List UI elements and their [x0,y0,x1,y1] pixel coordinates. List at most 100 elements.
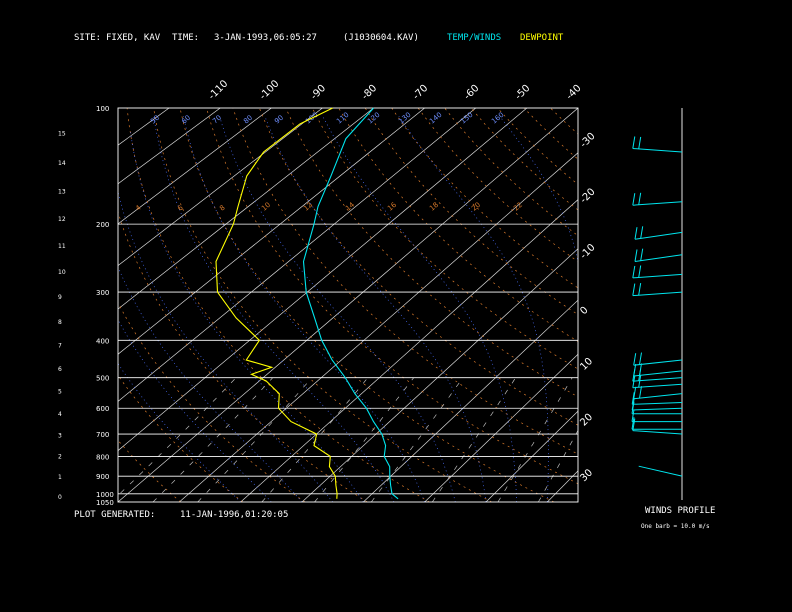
wind-barb-shaft [632,148,683,153]
dry-adiabat [0,108,56,502]
pressure-tick-label: 400 [96,337,109,345]
height-tick-label: 15 [58,130,66,137]
dry-adiabat [576,108,578,110]
wind-barb-feather [638,192,642,205]
right-axis-label: -30 [578,131,597,150]
theta-label: 90 [273,114,285,126]
moist-adiabat [264,116,487,502]
temperature-tick-label: -50 [513,83,532,102]
isotherm-line [240,199,578,502]
wind-barb-feather [632,265,636,278]
theta-label: 60 [180,114,192,126]
wind-barb-shaft [634,231,683,240]
mixing-ratio-label: 16 [386,200,398,212]
theta-label: 80 [242,114,254,126]
isotherm-line [670,108,792,502]
mixing-ratio-label: 20 [470,201,482,213]
isotherm-line [118,108,323,267]
theta-label: 150 [459,111,474,126]
moist-adiabat [322,116,518,502]
isotherm-line [731,108,792,502]
dry-adiabat [338,108,578,342]
height-tick-label: 6 [58,366,62,373]
wind-barb-feather [639,352,642,365]
wind-barb-feather [632,136,636,149]
wind-barb-shaft [632,273,683,279]
temperature-profile-line [302,107,399,500]
theta-label: 70 [211,114,223,126]
isotherm-line [118,108,578,502]
wind-barb-shaft [633,370,683,377]
height-tick-label: 8 [58,319,62,326]
mixing-ratio-line [197,377,313,502]
dry-adiabat [206,108,578,485]
mixing-ratio-label: 4 [134,203,143,212]
isotherm-line [301,248,578,502]
height-tick-label: 3 [58,432,62,439]
dry-adiabat [470,108,578,211]
pressure-tick-label: 300 [96,289,109,297]
mixing-ratio-label: 22 [512,201,524,213]
plot-area [0,108,792,502]
theta-label: 140 [428,111,443,126]
wind-barb-feather [640,248,644,261]
temperature-tick-label: -40 [564,83,583,102]
temperature-tick-label: -70 [411,83,430,102]
height-tick-label: 12 [58,216,66,223]
dry-adiabat [118,301,306,502]
wind-barb-feather [638,283,642,296]
dry-adiabat [118,439,181,502]
height-tick-label: 14 [58,160,66,167]
isotherm-line [424,353,578,502]
dry-adiabat [285,108,578,398]
height-tick-label: 9 [58,294,62,301]
isotherm-line [118,108,528,452]
mixing-ratio-line [152,377,273,502]
right-axis-label: 0 [578,305,590,317]
wind-barb-feather [638,136,642,149]
wind-barb-feather [639,386,642,399]
mixing-ratio-line [118,377,237,496]
theta-label: 110 [335,111,350,126]
wind-barb-feather [634,227,638,240]
dry-adiabat [118,374,244,502]
temperature-tick-label: -110 [207,78,231,102]
moist-adiabat [118,265,303,502]
pressure-tick-label: 600 [96,405,109,413]
temperature-tick-label: -90 [309,83,328,102]
mixing-ratio-label: 12 [302,201,314,213]
wind-barb-shaft [632,402,683,405]
isotherm-line [485,410,578,502]
theta-label: 160 [490,111,505,126]
dry-adiabat [444,108,578,237]
isotherm-line [609,108,792,502]
isotherm-line [118,108,272,225]
height-tick-label: 5 [58,389,62,396]
height-tick-label: 13 [58,188,66,195]
mixing-ratio-label: 8 [218,204,227,213]
dry-adiabat [391,108,578,289]
mixing-ratio-line [497,377,573,502]
wind-barb-shaft [632,383,683,389]
moist-adiabat [183,116,426,502]
skewt-chart: 1002003004005006007008009001000105001234… [0,78,792,507]
height-tick-label: 0 [58,494,62,501]
mixing-ratio-line [432,377,516,502]
height-tick-label: 4 [58,411,62,418]
pressure-tick-label: 700 [96,431,109,439]
wind-barb-shaft [632,291,683,297]
isotherm-line [118,108,425,355]
isotherm-line [118,108,119,109]
right-axis-label: -10 [578,242,597,261]
moist-adiabat [609,116,636,502]
height-tick-label: 11 [58,243,66,250]
dry-adiabat [364,108,578,315]
right-axis-label: 30 [578,467,595,484]
moist-adiabat [118,190,333,502]
pressure-tick-label: 500 [96,375,109,383]
pressure-tick-label: 1050 [96,499,114,507]
moist-adiabat [153,116,395,502]
theta-label: 130 [397,111,412,126]
wind-barb-feather [632,193,636,206]
right-axis-label: 10 [578,356,595,373]
